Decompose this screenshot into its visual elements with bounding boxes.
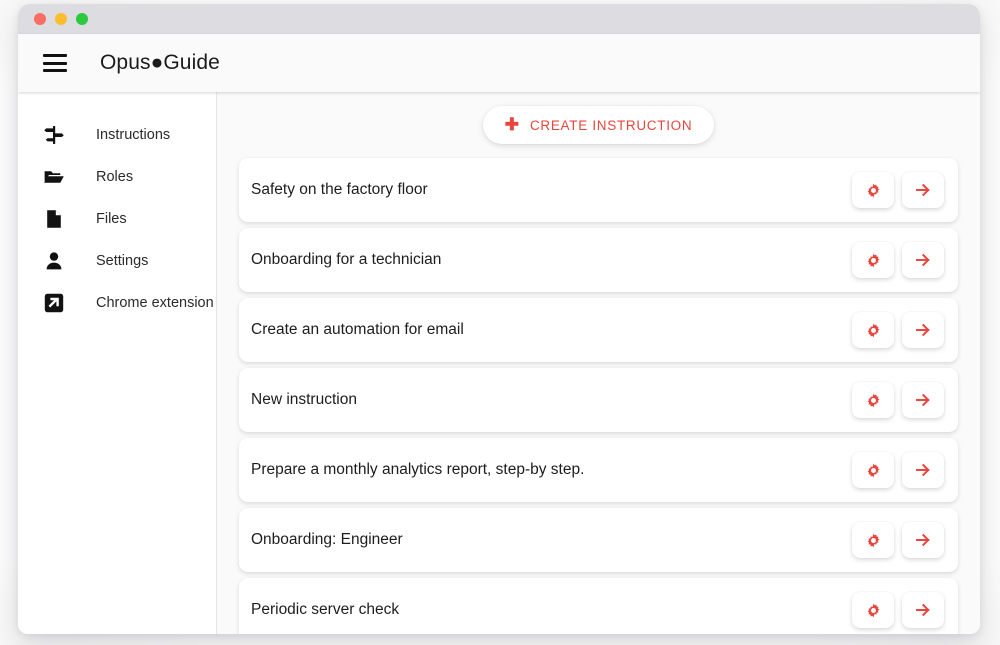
- instruction-settings-button[interactable]: [852, 522, 894, 558]
- sidebar-item-instructions[interactable]: Instructions: [18, 114, 216, 156]
- sidebar-item-settings[interactable]: Settings: [18, 240, 216, 282]
- sidebar-item-label: Instructions: [96, 127, 170, 143]
- instruction-settings-button[interactable]: [852, 312, 894, 348]
- arrow-right-icon: [914, 251, 932, 269]
- instruction-title: Prepare a monthly analytics report, step…: [251, 461, 852, 479]
- arrow-right-icon: [914, 531, 932, 549]
- instruction-open-button[interactable]: [902, 172, 944, 208]
- app-window: Opus●Guide Instructions: [18, 4, 980, 634]
- instruction-settings-button[interactable]: [852, 382, 894, 418]
- instruction-title: Onboarding for a technician: [251, 251, 852, 269]
- instruction-card-actions: [852, 592, 944, 628]
- app-body: Instructions Roles Fil: [18, 92, 980, 634]
- gear-icon: [865, 322, 882, 339]
- create-instruction-row: ✚ CREATE INSTRUCTION: [217, 106, 980, 144]
- instruction-card[interactable]: Onboarding: Engineer: [239, 508, 958, 572]
- file-icon: [42, 207, 66, 231]
- instruction-card[interactable]: New instruction: [239, 368, 958, 432]
- sidebar-item-roles[interactable]: Roles: [18, 156, 216, 198]
- sidebar-item-label: Chrome extension: [96, 295, 214, 311]
- instruction-open-button[interactable]: [902, 452, 944, 488]
- hamburger-bar: [43, 62, 67, 65]
- app-header: Opus●Guide: [18, 34, 980, 92]
- person-icon: [42, 249, 66, 273]
- instruction-open-button[interactable]: [902, 312, 944, 348]
- gear-icon: [865, 392, 882, 409]
- instruction-open-button[interactable]: [902, 592, 944, 628]
- signpost-icon: [42, 123, 66, 147]
- instruction-open-button[interactable]: [902, 382, 944, 418]
- folder-open-icon: [42, 165, 66, 189]
- instruction-list: Safety on the factory floor Onboarding fo…: [217, 158, 980, 634]
- instruction-open-button[interactable]: [902, 242, 944, 278]
- gear-icon: [865, 602, 882, 619]
- instruction-title: Create an automation for email: [251, 321, 852, 339]
- window-minimize-button[interactable]: [55, 13, 67, 25]
- sidebar-item-label: Files: [96, 211, 127, 227]
- instruction-card-actions: [852, 382, 944, 418]
- instruction-title: Safety on the factory floor: [251, 181, 852, 199]
- window-close-button[interactable]: [34, 13, 46, 25]
- window-zoom-button[interactable]: [76, 13, 88, 25]
- instruction-settings-button[interactable]: [852, 242, 894, 278]
- sidebar-item-chrome-extension[interactable]: Chrome extension: [18, 282, 216, 324]
- create-instruction-button[interactable]: ✚ CREATE INSTRUCTION: [483, 106, 715, 144]
- sidebar-item-label: Settings: [96, 253, 148, 269]
- instruction-title: Periodic server check: [251, 601, 852, 619]
- arrow-right-icon: [914, 321, 932, 339]
- hamburger-icon[interactable]: [40, 52, 70, 74]
- main-content: ✚ CREATE INSTRUCTION Safety on the facto…: [217, 92, 980, 634]
- instruction-title: Onboarding: Engineer: [251, 531, 852, 549]
- page-title: Opus●Guide: [100, 51, 220, 75]
- hamburger-bar: [43, 54, 67, 57]
- instruction-card[interactable]: Safety on the factory floor: [239, 158, 958, 222]
- instruction-card[interactable]: Onboarding for a technician: [239, 228, 958, 292]
- sidebar-item-files[interactable]: Files: [18, 198, 216, 240]
- instruction-open-button[interactable]: [902, 522, 944, 558]
- instruction-card-actions: [852, 522, 944, 558]
- instruction-card-actions: [852, 312, 944, 348]
- gear-icon: [865, 462, 882, 479]
- sidebar: Instructions Roles Fil: [18, 92, 217, 634]
- arrow-right-icon: [914, 601, 932, 619]
- gear-icon: [865, 532, 882, 549]
- instruction-settings-button[interactable]: [852, 172, 894, 208]
- gear-icon: [865, 252, 882, 269]
- plus-icon: ✚: [505, 116, 519, 133]
- instruction-card[interactable]: Prepare a monthly analytics report, step…: [239, 438, 958, 502]
- hamburger-bar: [43, 69, 67, 72]
- window-titlebar: [18, 4, 980, 34]
- instruction-settings-button[interactable]: [852, 592, 894, 628]
- gear-icon: [865, 182, 882, 199]
- instruction-settings-button[interactable]: [852, 452, 894, 488]
- instruction-title: New instruction: [251, 391, 852, 409]
- instruction-card-actions: [852, 452, 944, 488]
- instruction-card-actions: [852, 172, 944, 208]
- arrow-right-icon: [914, 461, 932, 479]
- arrow-right-icon: [914, 391, 932, 409]
- instruction-card[interactable]: Periodic server check: [239, 578, 958, 634]
- arrow-right-icon: [914, 181, 932, 199]
- instruction-card-actions: [852, 242, 944, 278]
- external-link-icon: [42, 291, 66, 315]
- sidebar-item-label: Roles: [96, 169, 133, 185]
- create-instruction-label: CREATE INSTRUCTION: [530, 118, 692, 133]
- instruction-card[interactable]: Create an automation for email: [239, 298, 958, 362]
